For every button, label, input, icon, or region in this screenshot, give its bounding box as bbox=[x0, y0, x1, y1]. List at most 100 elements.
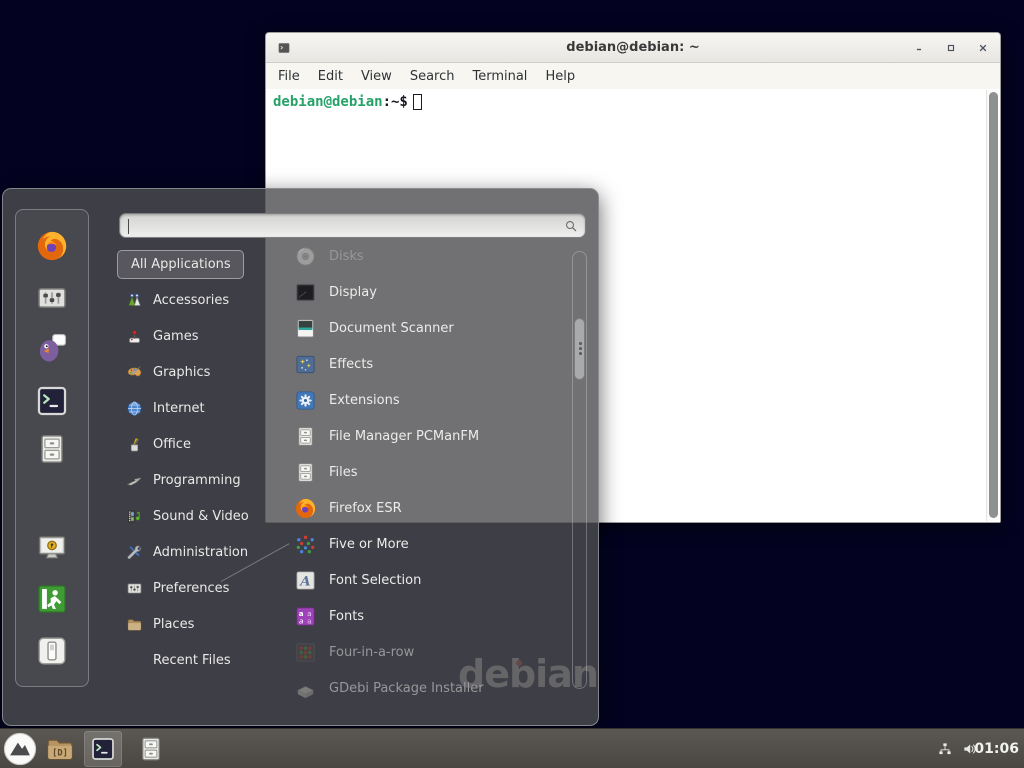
category-internet[interactable]: Internet bbox=[117, 390, 267, 426]
terminal-menu-help[interactable]: Help bbox=[536, 69, 584, 84]
network-tray-icon[interactable] bbox=[937, 741, 953, 757]
office-icon bbox=[126, 436, 143, 453]
sound-video-icon bbox=[126, 508, 143, 525]
app-label: Display bbox=[329, 285, 377, 300]
app-display[interactable]: Display bbox=[265, 274, 570, 310]
firefox-icon bbox=[294, 497, 317, 520]
terminal-prompt-line: debian@debian:~$ bbox=[273, 94, 422, 110]
terminal-favorite-button[interactable] bbox=[35, 384, 69, 418]
desktop: debian debian@debian: ~ FileEditViewSear… bbox=[0, 0, 1024, 768]
application-list: Disks Display Document Scanner Effects Exten… bbox=[265, 238, 570, 706]
category-all-applications[interactable]: All Applications bbox=[117, 250, 244, 279]
document-scanner-icon bbox=[294, 317, 317, 340]
terminal-menu-file[interactable]: File bbox=[269, 69, 309, 84]
category-games[interactable]: Games bbox=[117, 318, 267, 354]
category-label: Graphics bbox=[153, 365, 210, 380]
category-programming[interactable]: Programming bbox=[117, 462, 267, 498]
app-extensions[interactable]: Extensions bbox=[265, 382, 570, 418]
extensions-icon bbox=[294, 389, 317, 412]
app-firefox-esr[interactable]: Firefox ESR bbox=[265, 490, 570, 526]
places-icon bbox=[126, 616, 143, 633]
terminal-scrollbar-thumb[interactable] bbox=[989, 92, 998, 518]
app-label: Five or More bbox=[329, 537, 409, 552]
files-favorite-button[interactable] bbox=[35, 432, 69, 466]
file-manager-taskbar-button[interactable]: [D] bbox=[45, 734, 75, 764]
category-label: Office bbox=[153, 437, 191, 452]
internet-icon bbox=[126, 400, 143, 417]
shutdown-favorite-button[interactable] bbox=[35, 634, 69, 668]
maximize-window-button[interactable] bbox=[946, 43, 956, 53]
taskbar-clock: 01:06 bbox=[974, 729, 1019, 768]
terminal-menu-edit[interactable]: Edit bbox=[309, 69, 352, 84]
terminal-prompt-suffix: :~$ bbox=[383, 94, 408, 110]
close-window-button[interactable] bbox=[978, 43, 988, 53]
app-label: Four-in-a-row bbox=[329, 645, 414, 660]
files-taskbar-button[interactable] bbox=[137, 735, 165, 763]
app-fonts[interactable]: aaaaFonts bbox=[265, 598, 570, 634]
terminal-taskbar-button[interactable] bbox=[84, 731, 122, 767]
app-gdebi-package-installer[interactable]: GDebi Package Installer bbox=[265, 670, 570, 706]
app-disks[interactable]: Disks bbox=[265, 238, 570, 274]
category-preferences[interactable]: Preferences bbox=[117, 570, 267, 606]
preferences-icon bbox=[126, 580, 143, 597]
category-accessories[interactable]: Accessories bbox=[117, 282, 267, 318]
firefox-favorite-button[interactable] bbox=[35, 229, 69, 263]
apps-scrollbar-thumb[interactable] bbox=[574, 318, 585, 380]
app-label: Extensions bbox=[329, 393, 400, 408]
logout-favorite-button[interactable] bbox=[35, 582, 69, 616]
category-label: Administration bbox=[153, 545, 248, 560]
app-label: GDebi Package Installer bbox=[329, 681, 484, 696]
effects-icon bbox=[294, 353, 317, 376]
app-five-or-more[interactable]: Five or More bbox=[265, 526, 570, 562]
svg-text:A: A bbox=[298, 573, 310, 589]
font-selection-icon: A bbox=[294, 569, 317, 592]
terminal-window-icon bbox=[277, 41, 291, 55]
category-label: Preferences bbox=[153, 581, 229, 596]
category-list: All Applications Accessories Games Graphics… bbox=[117, 246, 267, 678]
settings-favorite-button[interactable] bbox=[35, 281, 69, 315]
app-document-scanner[interactable]: Document Scanner bbox=[265, 310, 570, 346]
terminal-icon bbox=[90, 736, 116, 762]
lock-screen-favorite-button[interactable] bbox=[35, 531, 69, 565]
svg-text:[D]: [D] bbox=[52, 748, 68, 758]
category-administration[interactable]: Administration bbox=[117, 534, 267, 570]
system-tray bbox=[937, 729, 978, 768]
app-label: Document Scanner bbox=[329, 321, 454, 336]
four-in-a-row-icon bbox=[294, 641, 317, 664]
category-graphics[interactable]: Graphics bbox=[117, 354, 267, 390]
terminal-menubar: FileEditViewSearchTerminalHelp bbox=[266, 63, 1000, 89]
menu-search-input[interactable] bbox=[128, 216, 548, 235]
window-controls bbox=[914, 33, 988, 62]
taskbar: [D] 01:06 bbox=[0, 728, 1024, 768]
gdebi-icon bbox=[294, 677, 317, 700]
menu-taskbar-button[interactable] bbox=[3, 732, 37, 766]
search-icon bbox=[563, 218, 579, 234]
terminal-menu-view[interactable]: View bbox=[352, 69, 401, 84]
terminal-menu-search[interactable]: Search bbox=[401, 69, 464, 84]
five-or-more-icon bbox=[294, 533, 317, 556]
svg-text:a: a bbox=[307, 616, 312, 625]
category-recent-files[interactable]: Recent Files bbox=[117, 642, 267, 678]
category-label: Sound & Video bbox=[153, 509, 249, 524]
category-label: Programming bbox=[153, 473, 241, 488]
pidgin-favorite-button[interactable] bbox=[35, 331, 69, 365]
administration-icon bbox=[126, 544, 143, 561]
menu-search-box bbox=[119, 213, 586, 238]
app-font-selection[interactable]: A Font Selection bbox=[265, 562, 570, 598]
svg-text:a: a bbox=[299, 616, 303, 625]
app-four-in-a-row[interactable]: Four-in-a-row bbox=[265, 634, 570, 670]
app-file-manager-pcmanfm[interactable]: File Manager PCManFM bbox=[265, 418, 570, 454]
app-label: Files bbox=[329, 465, 358, 480]
minimize-window-button[interactable] bbox=[914, 43, 924, 53]
terminal-menu-terminal[interactable]: Terminal bbox=[463, 69, 536, 84]
category-office[interactable]: Office bbox=[117, 426, 267, 462]
app-effects[interactable]: Effects bbox=[265, 346, 570, 382]
app-files[interactable]: Files bbox=[265, 454, 570, 490]
menu-logo-icon bbox=[3, 732, 37, 766]
terminal-titlebar[interactable]: debian@debian: ~ bbox=[266, 33, 1000, 63]
file-cabinet-icon bbox=[294, 425, 317, 448]
category-sound-video[interactable]: Sound & Video bbox=[117, 498, 267, 534]
category-label: Games bbox=[153, 329, 198, 344]
category-places[interactable]: Places bbox=[117, 606, 267, 642]
app-label: Font Selection bbox=[329, 573, 421, 588]
